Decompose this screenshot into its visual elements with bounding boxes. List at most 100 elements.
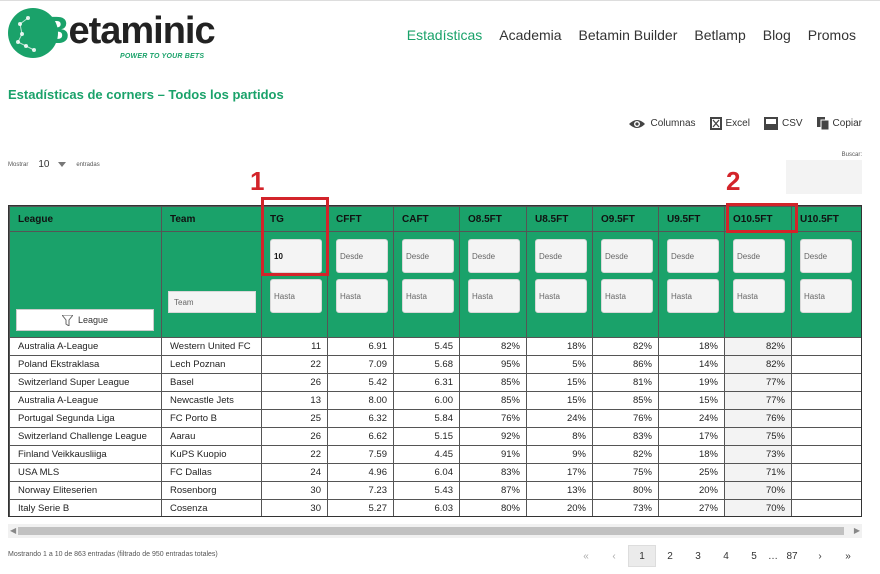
u105ft-hasta-input[interactable]: Hasta: [800, 279, 852, 313]
o95ft-desde-input[interactable]: Desde: [601, 239, 653, 273]
cell-u105ft: 23%: [791, 373, 861, 392]
search-input[interactable]: [786, 160, 862, 194]
length-select[interactable]: 10: [32, 159, 72, 170]
pagination-last[interactable]: »: [834, 545, 862, 567]
cell-caft: 6.31: [393, 373, 460, 392]
col-header-cfft[interactable]: CFFT: [327, 206, 394, 232]
pagination-page-4[interactable]: 4: [712, 545, 740, 567]
copy-button[interactable]: Copiar: [816, 117, 862, 130]
league-filter-button[interactable]: League: [16, 309, 154, 331]
scroll-right-arrow-icon[interactable]: ▶: [854, 526, 860, 535]
pagination: « ‹ 1 2 3 4 5 … 87 › »: [572, 545, 862, 567]
col-header-o85ft[interactable]: O8.5FT: [459, 206, 527, 232]
table-row: Australia A-League Newcastle Jets 13 8.00 6.…: [9, 391, 861, 410]
nav-item-estadisticas[interactable]: Estadísticas: [407, 27, 482, 43]
filter-cell-league: League: [9, 231, 162, 338]
filter-cell-o105ft: Desde Hasta: [724, 231, 792, 338]
cell-o105ft: 70%: [724, 481, 792, 500]
pagination-page-87[interactable]: 87: [778, 545, 806, 567]
nav-item-betamin-builder[interactable]: Betamin Builder: [579, 27, 678, 43]
cell-league: Norway Eliteserien: [9, 481, 162, 500]
cell-o85ft: 85%: [459, 373, 527, 392]
nav-item-betlamp[interactable]: Betlamp: [694, 27, 745, 43]
col-header-u105ft[interactable]: U10.5FT: [791, 206, 861, 232]
team-filter-input[interactable]: Team: [168, 291, 256, 313]
stats-table: League Team TG CFFT CAFT O8.5FT U8.5FT O…: [9, 206, 861, 516]
length-value: 10: [38, 159, 50, 170]
u85ft-desde-input[interactable]: Desde: [535, 239, 587, 273]
annotation-marker-1: 1: [250, 166, 265, 196]
cell-o85ft: 92%: [459, 427, 527, 446]
pagination-first[interactable]: «: [572, 545, 600, 567]
cell-cfft: 4.96: [327, 463, 394, 482]
cell-u105ft: 30%: [791, 481, 861, 500]
csv-icon: [763, 117, 778, 130]
cell-o85ft: 87%: [459, 481, 527, 500]
u85ft-hasta-input[interactable]: Hasta: [535, 279, 587, 313]
table-row: Poland Ekstraklasa Lech Poznan 22 7.09 5.68 9…: [9, 355, 861, 374]
caft-hasta-input[interactable]: Hasta: [402, 279, 454, 313]
pagination-page-3[interactable]: 3: [684, 545, 712, 567]
filter-cell-cfft: Desde Hasta: [327, 231, 394, 338]
o85ft-desde-input[interactable]: Desde: [468, 239, 520, 273]
cfft-desde-input[interactable]: Desde: [336, 239, 388, 273]
pagination-page-5[interactable]: 5: [740, 545, 768, 567]
table-row: Switzerland Challenge League Aarau 26 6.62 5…: [9, 427, 861, 446]
pagination-next[interactable]: ›: [806, 545, 834, 567]
pagination-page-2[interactable]: 2: [656, 545, 684, 567]
cell-team: FC Porto B: [161, 409, 262, 428]
cell-o85ft: 80%: [459, 499, 527, 516]
cell-caft: 6.03: [393, 499, 460, 516]
cell-u105ft: 27%: [791, 445, 861, 464]
cell-caft: 4.45: [393, 445, 460, 464]
nav-item-academia[interactable]: Academia: [499, 27, 561, 43]
filter-row: League Team 10 Hasta Desde Hasta Desde H…: [9, 231, 861, 338]
cell-u95ft: 19%: [658, 373, 725, 392]
cell-o95ft: 73%: [592, 499, 659, 516]
pagination-page-1[interactable]: 1: [628, 545, 656, 567]
cell-league: Australia A-League: [9, 391, 162, 410]
pagination-prev[interactable]: ‹: [600, 545, 628, 567]
scroll-left-arrow-icon[interactable]: ◀: [10, 526, 16, 535]
col-header-caft[interactable]: CAFT: [393, 206, 460, 232]
search-label: Buscar:: [841, 152, 862, 158]
page-title: Estadísticas de corners – Todos los part…: [8, 87, 284, 102]
o95ft-hasta-input[interactable]: Hasta: [601, 279, 653, 313]
cell-league: Australia A-League: [9, 337, 162, 356]
o105ft-hasta-input[interactable]: Hasta: [733, 279, 785, 313]
cfft-hasta-input[interactable]: Hasta: [336, 279, 388, 313]
excel-icon: [709, 117, 722, 130]
caft-desde-input[interactable]: Desde: [402, 239, 454, 273]
col-header-o95ft[interactable]: O9.5FT: [592, 206, 659, 232]
cell-o85ft: 91%: [459, 445, 527, 464]
col-header-league[interactable]: League: [9, 206, 162, 232]
o105ft-desde-input[interactable]: Desde: [733, 239, 785, 273]
col-header-u85ft[interactable]: U8.5FT: [526, 206, 593, 232]
o85ft-hasta-input[interactable]: Hasta: [468, 279, 520, 313]
logo[interactable]: Betaminic POWER TO YOUR BETS: [8, 6, 216, 62]
csv-button[interactable]: CSV: [763, 117, 803, 130]
col-header-team[interactable]: Team: [161, 206, 262, 232]
horizontal-scrollbar[interactable]: ◀ ▶: [8, 524, 862, 538]
nav-item-promos[interactable]: Promos: [808, 27, 856, 43]
col-header-u95ft[interactable]: U9.5FT: [658, 206, 725, 232]
tg-hasta-input[interactable]: Hasta: [270, 279, 322, 313]
u95ft-desde-input[interactable]: Desde: [667, 239, 719, 273]
copy-label: Copiar: [832, 118, 862, 129]
cell-u85ft: 17%: [526, 463, 593, 482]
scrollbar-thumb[interactable]: [18, 527, 844, 535]
league-filter-label: League: [77, 315, 109, 325]
u95ft-hasta-input[interactable]: Hasta: [667, 279, 719, 313]
columns-button[interactable]: Columnas: [628, 118, 696, 130]
csv-label: CSV: [781, 118, 803, 129]
cell-u95ft: 20%: [658, 481, 725, 500]
cell-team: Aarau: [161, 427, 262, 446]
cell-team: Basel: [161, 373, 262, 392]
cell-o95ft: 86%: [592, 355, 659, 374]
nav-item-blog[interactable]: Blog: [763, 27, 791, 43]
u105ft-desde-input[interactable]: Desde: [800, 239, 852, 273]
cell-tg: 22: [261, 355, 328, 374]
cell-u105ft: 30%: [791, 499, 861, 516]
table-row: Finland Veikkausliiga KuPS Kuopio 22 7.59 4.…: [9, 445, 861, 464]
excel-button[interactable]: Excel: [709, 117, 750, 130]
